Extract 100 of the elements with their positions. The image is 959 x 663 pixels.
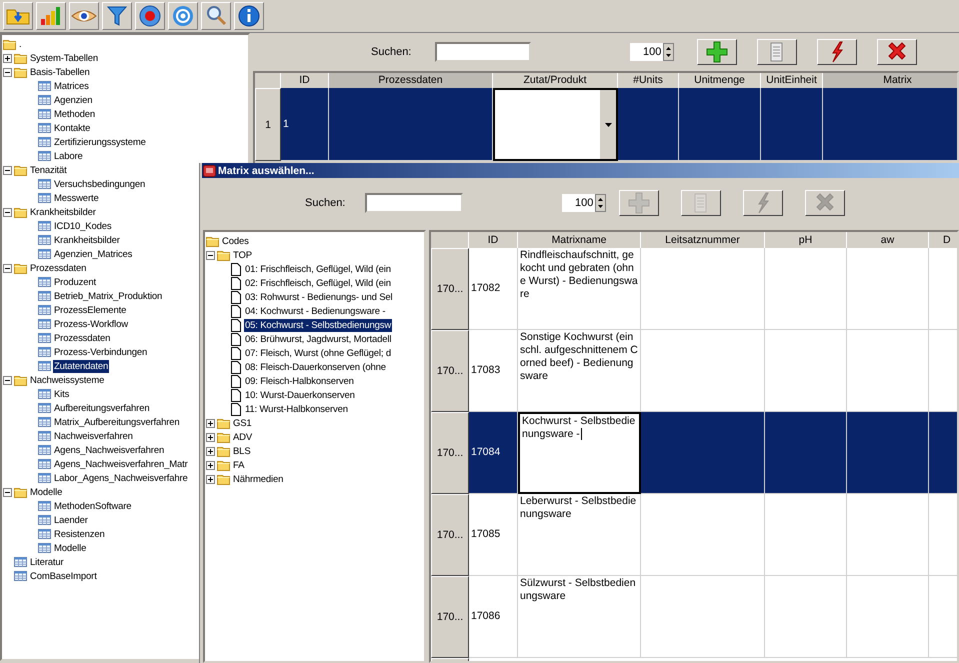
folder-button[interactable] (3, 2, 33, 30)
collapse-icon[interactable] (206, 250, 215, 260)
search-field[interactable] (435, 42, 532, 62)
tree-item[interactable]: Tenazität (29, 164, 68, 176)
page-size-spinner[interactable]: 100 (629, 42, 676, 62)
tree-item[interactable]: Agens_Nachweisverfahren_Matr (53, 458, 189, 470)
filter-button[interactable] (102, 2, 132, 30)
tree-item[interactable]: Betrieb_Matrix_Produktion (53, 290, 164, 302)
tree-item[interactable]: Versuchsbedingungen (53, 178, 146, 190)
tree-item[interactable]: FA (232, 458, 246, 472)
tree-item[interactable]: System-Tabellen (29, 52, 99, 64)
tree-item[interactable]: Labor_Agens_Nachweisverfahre (53, 472, 189, 484)
row-header[interactable]: 170... (431, 494, 469, 576)
tree-item[interactable]: Codes (221, 234, 250, 248)
tree-item[interactable]: Krankheitsbilder (53, 234, 121, 246)
row-header[interactable]: 170... (431, 248, 469, 330)
expand-icon[interactable] (3, 54, 12, 62)
tree-item[interactable]: Krankheitsbilder (29, 206, 97, 218)
tree-item[interactable]: Basis-Tabellen (29, 66, 91, 78)
tree-item[interactable]: Prozessdaten (29, 262, 88, 274)
tree-item[interactable]: Modelle (29, 486, 64, 498)
tree-item[interactable]: Zutatendaten (53, 360, 110, 372)
tree-item[interactable]: Nährmedien (232, 472, 284, 486)
collapse-icon[interactable] (3, 68, 12, 76)
tree-item[interactable]: Prozess-Verbindungen (53, 346, 148, 358)
tree-item[interactable]: Laender (53, 514, 89, 526)
add-button[interactable] (697, 39, 738, 65)
table-row[interactable]: 170... 17085 Leberwurst - Selbstbedienungsware (431, 494, 957, 576)
tree-item[interactable]: Agenzien_Matrices (53, 248, 134, 260)
tree-item[interactable]: 06: Brühwurst, Jagdwurst, Mortadell (244, 332, 392, 346)
tree-item[interactable]: 08: Fleisch-Dauerkonserven (ohne (244, 360, 387, 374)
tree-item[interactable]: Prozess-Workflow (53, 318, 129, 330)
row-header[interactable]: 170... (431, 412, 469, 494)
tree-item[interactable]: Agens_Nachweisverfahren (53, 444, 166, 456)
record-button[interactable] (135, 2, 165, 30)
tree-item[interactable]: Produzent (53, 276, 97, 288)
text-editor[interactable]: Kochwurst - Selbstbedienungsware - (518, 412, 641, 494)
search-button[interactable] (201, 2, 231, 30)
tree-item[interactable]: MethodenSoftware (53, 500, 132, 512)
tree-item[interactable]: Zertifizierungssysteme (53, 136, 147, 148)
expand-icon[interactable] (206, 418, 215, 428)
expand-icon[interactable] (206, 460, 215, 470)
tree-item[interactable]: BLS (232, 444, 252, 458)
dropdown-field[interactable] (493, 88, 618, 161)
tree-item[interactable]: 03: Rohwurst - Bedienungs- und Sel (244, 290, 394, 304)
tree-item[interactable]: Messwerte (53, 192, 100, 204)
expand-icon[interactable] (206, 474, 215, 484)
tree-item[interactable]: . (18, 38, 22, 50)
tree-item[interactable]: ComBaseImport (29, 570, 98, 582)
tree-item[interactable]: 10: Wurst-Dauerkonserven (244, 388, 356, 402)
page-size-spinner[interactable]: 100 (561, 193, 608, 213)
bar-chart-button[interactable] (36, 2, 66, 30)
row-header[interactable]: 1 (255, 88, 281, 161)
tree-item[interactable]: 09: Fleisch-Halbkonserven (244, 374, 355, 388)
tree-item[interactable]: 05: Kochwurst - Selbstbedienungsw (244, 318, 392, 332)
collapse-icon[interactable] (3, 488, 12, 496)
document-button[interactable] (757, 39, 798, 65)
tree-item[interactable]: TOP (232, 248, 253, 262)
tree-item[interactable]: 02: Frischfleisch, Geflügel, Wild (ein (244, 276, 392, 290)
tree-item[interactable]: Agenzien (53, 94, 94, 106)
table-row[interactable]: 170... 17086 Sülzwurst - Selbstbedienungsware (431, 576, 957, 658)
tree-item[interactable]: Literatur (29, 556, 65, 568)
tree-item[interactable]: Resistenzen (53, 528, 106, 540)
eye-button[interactable] (69, 2, 99, 30)
tree-item[interactable]: Matrices (53, 80, 90, 92)
table-row[interactable]: 170... 17084 Kochwurst - Selbstbedienungsware - (431, 412, 957, 494)
tree-item[interactable]: Matrix_Aufbereitungsverfahren (53, 416, 181, 428)
collapse-icon[interactable] (3, 166, 12, 174)
column-header[interactable]: Prozessdaten (329, 73, 493, 88)
table-row[interactable]: 170... 17083 Sonstige Kochwurst (einschl. aufgeschnittenem Corned beef) - Bedienungsware (431, 330, 957, 412)
spin-arrows-icon[interactable] (595, 194, 606, 212)
search-field[interactable] (365, 193, 464, 213)
target-button[interactable] (168, 2, 198, 30)
row-header[interactable]: 170... (431, 330, 469, 412)
tree-item[interactable]: 11: Wurst-Halbkonserven (244, 402, 349, 416)
table-row[interactable]: 1 1 (255, 88, 957, 161)
info-button[interactable] (234, 2, 264, 30)
tree-item[interactable]: Kits (53, 388, 70, 400)
tree-item[interactable]: Prozessdaten (53, 332, 112, 344)
tree-item[interactable]: Nachweisverfahren (53, 430, 134, 442)
tree-item[interactable]: ADV (232, 430, 254, 444)
delete-button[interactable] (877, 39, 918, 65)
row-header[interactable]: 170... (431, 576, 469, 658)
tree-item[interactable]: GS1 (232, 416, 253, 430)
tree-item[interactable]: Methoden (53, 108, 96, 120)
lightning-button[interactable] (817, 39, 858, 65)
tree-item[interactable]: ICD10_Kodes (53, 220, 112, 232)
tree-item[interactable]: Labore (53, 150, 84, 162)
collapse-icon[interactable] (3, 208, 12, 216)
collapse-icon[interactable] (3, 264, 12, 272)
tree-item[interactable]: 07: Fleisch, Wurst (ohne Geflügel; d (244, 346, 392, 360)
expand-icon[interactable] (206, 432, 215, 442)
tree-item[interactable]: 01: Frischfleisch, Geflügel, Wild (ein (244, 262, 392, 276)
tree-item[interactable]: Aufbereitungsverfahren (53, 402, 150, 414)
expand-icon[interactable] (206, 446, 215, 456)
column-header[interactable]: Matrix (823, 73, 957, 88)
tree-item[interactable]: ProzessElemente (53, 304, 128, 316)
tree-item[interactable]: Modelle (53, 542, 88, 554)
collapse-icon[interactable] (3, 376, 12, 384)
tree-item[interactable]: Nachweissysteme (29, 374, 106, 386)
